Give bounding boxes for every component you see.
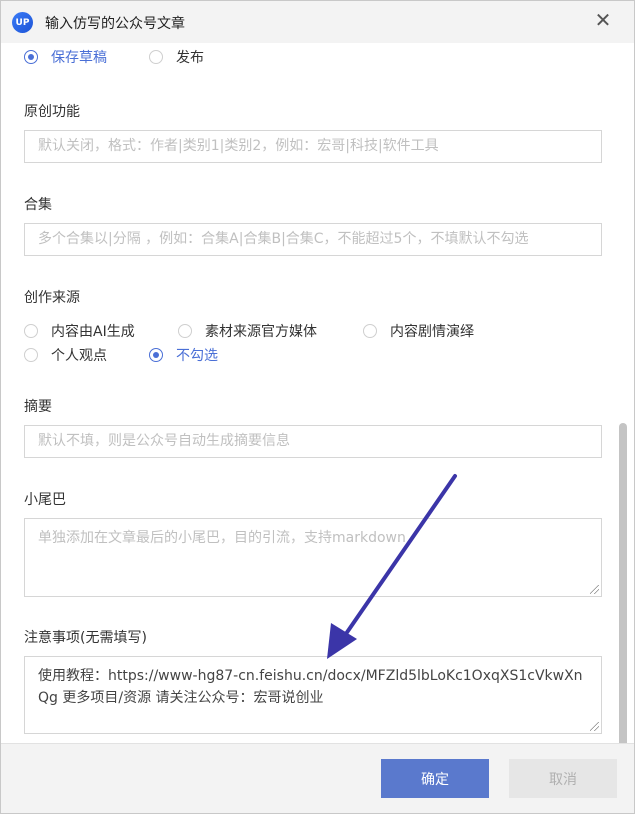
notes-textarea[interactable]: 使用教程：https://www-hg87-cn.feishu.cn/docx/… [24, 656, 602, 734]
form-content[interactable]: 保存草稿 发布 原创功能 默认关闭，格式：作者|类别1|类别2，例如：宏哥|科技… [1, 43, 634, 743]
tail-placeholder: 单独添加在文章最后的小尾巴，目的引流，支持markdown [38, 530, 406, 546]
vertical-scrollbar[interactable] [619, 423, 627, 743]
notes-label: 注意事项(无需填写) [24, 630, 147, 646]
resize-grip-icon[interactable] [590, 722, 599, 731]
radio-publish[interactable]: 发布 [149, 47, 204, 67]
dialog-footer: 确定 取消 [1, 743, 634, 813]
notes-text: 使用教程：https://www-hg87-cn.feishu.cn/docx/… [38, 668, 583, 706]
radio-no-check[interactable]: 不勾选 [149, 345, 218, 365]
close-button[interactable]: ✕ [592, 9, 614, 31]
original-input[interactable]: 默认关闭，格式：作者|类别1|类别2，例如：宏哥|科技|软件工具 [24, 130, 602, 163]
summary-label: 摘要 [24, 399, 52, 415]
radio-label: 内容由AI生成 [51, 324, 135, 340]
radio-label: 内容剧情演绎 [390, 324, 474, 340]
confirm-button[interactable]: 确定 [381, 759, 489, 798]
window-title: 输入仿写的公众号文章 [45, 16, 185, 32]
radio-personal-opinion[interactable]: 个人观点 [24, 345, 107, 365]
tail-textarea[interactable]: 单独添加在文章最后的小尾巴，目的引流，支持markdown [24, 518, 602, 597]
collection-input[interactable]: 多个合集以|分隔 ，例如：合集A|合集B|合集C，不能超过5个，不填默认不勾选 [24, 223, 602, 256]
radio-save-draft[interactable]: 保存草稿 [24, 47, 107, 67]
tail-label: 小尾巴 [24, 492, 66, 508]
radio-label: 不勾选 [176, 348, 218, 364]
summary-input[interactable]: 默认不填，则是公众号自动生成摘要信息 [24, 425, 602, 458]
radio-label: 发布 [176, 50, 204, 66]
radio-ai-generated[interactable]: 内容由AI生成 [24, 321, 135, 341]
cancel-button[interactable]: 取消 [509, 759, 617, 798]
radio-dot-icon [149, 348, 163, 362]
title-bar: UP 输入仿写的公众号文章 ✕ [1, 1, 634, 43]
dialog-window: UP 输入仿写的公众号文章 ✕ 保存草稿 发布 原创功能 默认关闭，格式：作者|… [0, 0, 635, 814]
radio-dot-icon [24, 324, 38, 338]
source-label: 创作来源 [24, 290, 80, 306]
radio-label: 素材来源官方媒体 [205, 324, 317, 340]
radio-dot-icon [149, 50, 163, 64]
app-logo-icon: UP [12, 12, 33, 33]
radio-dot-icon [178, 324, 192, 338]
collection-label: 合集 [24, 197, 52, 213]
radio-dot-icon [24, 348, 38, 362]
radio-plot-performance[interactable]: 内容剧情演绎 [363, 321, 474, 341]
radio-dot-icon [24, 50, 38, 64]
radio-dot-icon [363, 324, 377, 338]
radio-label: 保存草稿 [51, 50, 107, 66]
resize-grip-icon[interactable] [590, 585, 599, 594]
original-label: 原创功能 [24, 104, 80, 120]
radio-official-media[interactable]: 素材来源官方媒体 [178, 321, 317, 341]
radio-label: 个人观点 [51, 348, 107, 364]
